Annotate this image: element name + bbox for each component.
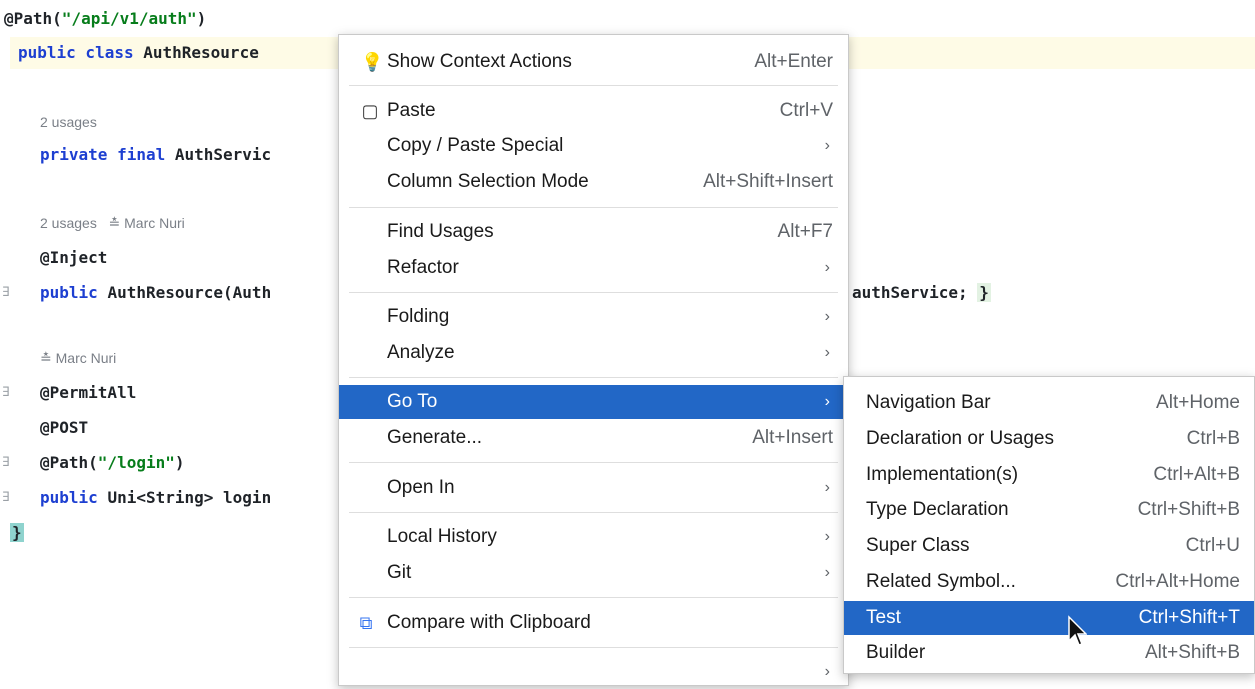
- menu-item-git[interactable]: Git ›: [339, 556, 848, 590]
- chevron-right-icon: ›: [824, 308, 830, 325]
- chevron-right-icon: ›: [824, 344, 830, 361]
- menu-separator: [349, 512, 838, 513]
- menu-separator: [349, 647, 838, 648]
- fold-icon[interactable]: ∃: [2, 385, 10, 400]
- chevron-right-icon: ›: [824, 564, 830, 581]
- fold-icon[interactable]: ∃: [2, 455, 10, 470]
- author-icon: ≛: [108, 215, 121, 231]
- submenu-item-navigation-bar[interactable]: Navigation Bar Alt+Home: [844, 386, 1254, 420]
- context-menu: 💡 Show Context Actions Alt+Enter ▢ Paste…: [338, 34, 849, 686]
- menu-item-copy-paste-special[interactable]: Copy / Paste Special ›: [339, 129, 848, 163]
- code-line-login[interactable]: public Uni<String> login: [40, 483, 271, 513]
- code-line-field[interactable]: private final AuthServic: [40, 140, 271, 170]
- menu-item-folding[interactable]: Folding ›: [339, 300, 848, 334]
- menu-separator: [349, 292, 838, 293]
- menu-item-local-history[interactable]: Local History ›: [339, 520, 848, 554]
- code-line-constructor[interactable]: public AuthResource(Auth: [40, 278, 271, 308]
- menu-item-column-selection-mode[interactable]: Column Selection Mode Alt+Shift+Insert: [339, 165, 848, 199]
- usages-author-hint[interactable]: 2 usages ≛ Marc Nuri: [40, 215, 185, 232]
- submenu-item-related-symbol[interactable]: Related Symbol... Ctrl+Alt+Home: [844, 565, 1254, 599]
- lightbulb-icon: 💡: [361, 51, 384, 72]
- compare-clipboard-icon: ⧉: [359, 612, 373, 633]
- menu-item-more[interactable]: ›: [339, 655, 848, 689]
- clipboard-icon: ▢: [361, 100, 379, 121]
- code-line-class[interactable]: public class AuthResource: [18, 38, 259, 68]
- submenu-item-implementations[interactable]: Implementation(s) Ctrl+Alt+B: [844, 458, 1254, 492]
- author-icon: ≛: [40, 350, 52, 366]
- code-line-constructor-tail[interactable]: authService; }: [852, 283, 991, 302]
- menu-item-refactor[interactable]: Refactor ›: [339, 251, 848, 285]
- usages-hint[interactable]: 2 usages: [40, 114, 97, 130]
- fold-icon[interactable]: ∃: [2, 285, 10, 300]
- submenu-item-builder[interactable]: Builder Alt+Shift+B: [844, 636, 1254, 670]
- chevron-right-icon: ›: [824, 528, 830, 545]
- submenu-item-type-declaration[interactable]: Type Declaration Ctrl+Shift+B: [844, 493, 1254, 527]
- menu-item-paste[interactable]: ▢ Paste Ctrl+V: [339, 94, 848, 128]
- menu-item-generate[interactable]: Generate... Alt+Insert: [339, 421, 848, 455]
- chevron-right-icon: ›: [824, 479, 830, 496]
- menu-separator: [349, 377, 838, 378]
- author-hint[interactable]: ≛ Marc Nuri: [40, 350, 116, 367]
- menu-item-show-context-actions[interactable]: 💡 Show Context Actions Alt+Enter: [339, 45, 848, 79]
- code-line-path[interactable]: @Path("/api/v1/auth"): [4, 4, 206, 34]
- chevron-right-icon: ›: [824, 259, 830, 276]
- code-line-login-path[interactable]: @Path("/login"): [40, 448, 185, 478]
- menu-separator: [349, 207, 838, 208]
- chevron-right-icon: ›: [824, 393, 830, 410]
- menu-item-find-usages[interactable]: Find Usages Alt+F7: [339, 215, 848, 249]
- submenu-item-declaration-or-usages[interactable]: Declaration or Usages Ctrl+B: [844, 422, 1254, 456]
- menu-item-analyze[interactable]: Analyze ›: [339, 336, 848, 370]
- code-line-class-close[interactable]: }: [10, 518, 24, 548]
- menu-separator: [349, 462, 838, 463]
- submenu-item-super-class[interactable]: Super Class Ctrl+U: [844, 529, 1254, 563]
- fold-icon[interactable]: ∃: [2, 490, 10, 505]
- menu-item-open-in[interactable]: Open In ›: [339, 471, 848, 505]
- menu-item-compare-with-clipboard[interactable]: ⧉ Compare with Clipboard: [339, 606, 848, 640]
- code-line-inject[interactable]: @Inject: [40, 243, 107, 273]
- code-line-post[interactable]: @POST: [40, 413, 88, 443]
- chevron-right-icon: ›: [824, 137, 830, 154]
- menu-separator: [349, 85, 838, 86]
- submenu-item-test[interactable]: Test Ctrl+Shift+T: [844, 601, 1254, 635]
- menu-item-go-to[interactable]: Go To ›: [339, 385, 848, 419]
- menu-separator: [349, 597, 838, 598]
- goto-submenu: Navigation Bar Alt+Home Declaration or U…: [843, 376, 1255, 674]
- chevron-right-icon: ›: [824, 663, 830, 680]
- mouse-cursor-icon: [1068, 615, 1087, 646]
- code-line-permitall[interactable]: @PermitAll: [40, 378, 136, 408]
